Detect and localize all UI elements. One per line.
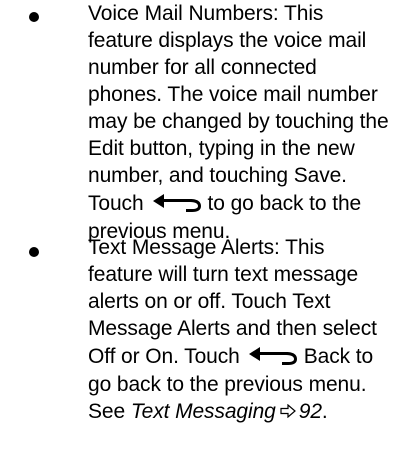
back-arrow-icon <box>246 345 300 366</box>
bullet-dot-icon <box>29 12 39 22</box>
back-arrow-icon <box>150 192 204 213</box>
manual-page: Voice Mail Numbers: This feature display… <box>0 0 401 453</box>
text-line: number, and touching Save. <box>88 164 347 187</box>
text-line: alerts on or off. Touch Text <box>88 290 331 313</box>
text-fragment: Back to <box>303 345 374 368</box>
text-message-alerts-text: Text Message Alerts: This feature will t… <box>88 234 377 425</box>
see-reference-line: See Text Messaging 92. <box>88 398 377 425</box>
text-line: phones. The voice mail number <box>88 83 378 106</box>
text-fragment: to go back to the <box>207 192 362 215</box>
bullet-dot-icon <box>29 247 39 257</box>
text-line: number for all connected <box>88 56 317 79</box>
text-fragment: . <box>321 400 328 423</box>
text-line: Edit button, typing in the new <box>88 137 355 160</box>
text-fragment: Touch <box>88 192 144 215</box>
voice-mail-text: Voice Mail Numbers: This feature display… <box>88 0 389 245</box>
text-line: feature will turn text message <box>88 263 359 286</box>
text-line: Text Message Alerts: This <box>88 236 325 259</box>
text-line: go back to the previous menu. <box>88 373 367 396</box>
text-line: may be changed by touching the <box>88 110 389 133</box>
touch-back-line: Touch to go back to the <box>88 189 389 218</box>
touch-back-line: Off or On. Touch Back to <box>88 342 377 371</box>
text-line: feature displays the voice mail <box>88 29 367 52</box>
page-reference-arrow-icon <box>280 404 296 418</box>
text-line: Message Alerts and then select <box>88 317 377 340</box>
cross-reference-page[interactable]: 92 <box>299 400 322 423</box>
text-line: Voice Mail Numbers: This <box>88 2 324 25</box>
text-fragment: See <box>88 400 126 423</box>
text-fragment: Off or On. Touch <box>88 345 240 368</box>
cross-reference-link[interactable]: Text Messaging <box>131 400 276 423</box>
